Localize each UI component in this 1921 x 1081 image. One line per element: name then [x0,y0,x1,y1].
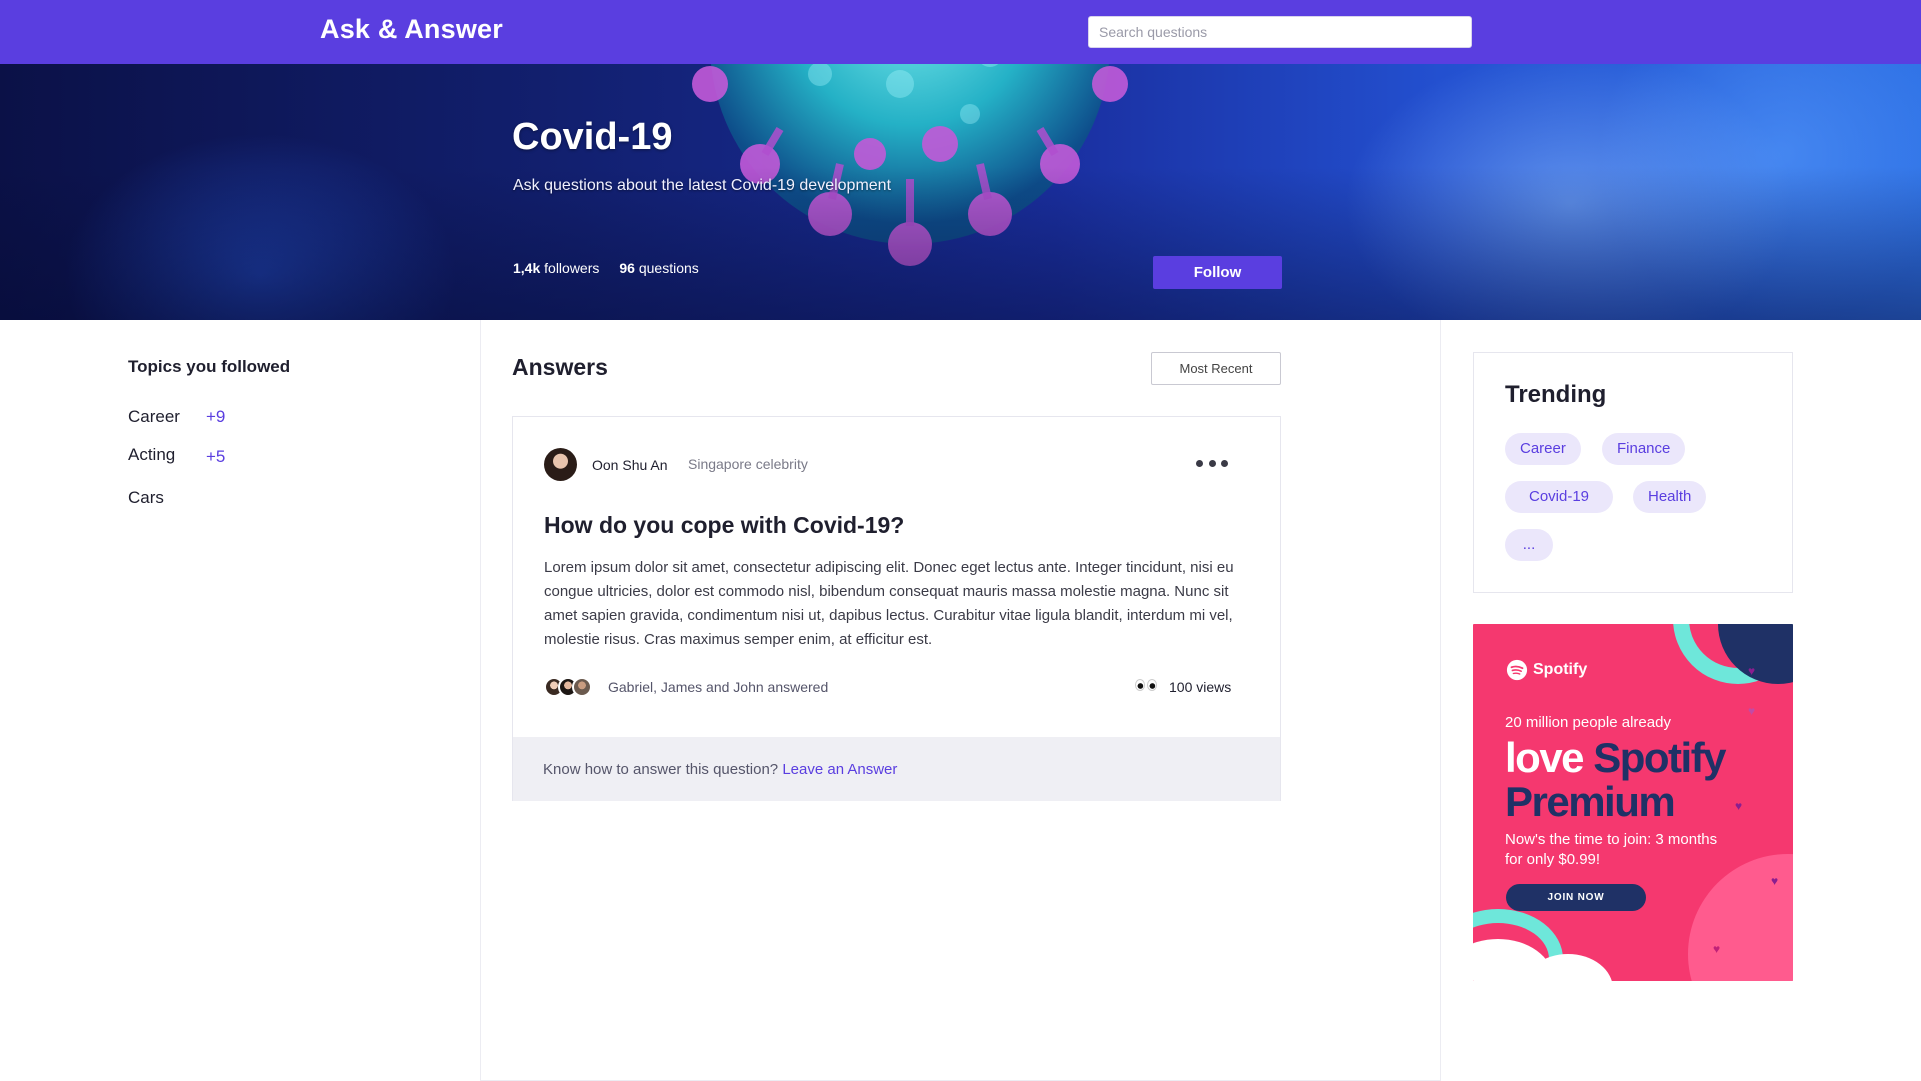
followers-count: 1,4k [513,260,541,276]
topic-title: Covid-19 [512,116,673,158]
heart-icon: ♥ [1771,874,1779,888]
trending-tag-finance[interactable]: Finance [1602,433,1686,465]
trending-tag-more[interactable]: ... [1505,529,1553,561]
spotify-icon [1506,659,1528,681]
trending-tag-health[interactable]: Health [1633,481,1707,513]
ad-headline-premium: Premium [1505,778,1676,825]
topics-followed-heading: Topics you followed [128,357,291,376]
followers-stat: 1,4k followers [513,260,599,276]
spotify-wordmark: Spotify [1533,661,1588,678]
eyes-icon [1135,679,1157,691]
questions-stat: 96 questions [619,260,698,276]
answerer-avatar [572,677,592,697]
leave-answer-link[interactable]: Leave an Answer [782,761,897,778]
topic-subtitle: Ask questions about the latest Covid-19 … [513,177,892,194]
answerer-avatars [544,677,592,697]
answered-by-text: Gabriel, James and John answered [608,679,829,695]
hero-overlay [0,64,1921,320]
more-options-icon[interactable] [1196,455,1228,471]
author-role: Singapore celebrity [688,456,808,472]
questions-label: questions [638,260,699,276]
trending-heading: Trending [1505,381,1607,408]
brand-logo[interactable]: Ask & Answer [320,14,503,45]
heart-icon: ♥ [1748,704,1756,718]
ad-offer-text: Now's the time to join: 3 months for onl… [1505,831,1718,868]
topic-count-badge: +5 [206,447,226,466]
ad-tagline: 20 million people already [1505,714,1671,731]
follow-button[interactable]: Follow [1153,256,1282,289]
answer-prompt-text: Know how to answer this question? [543,761,779,778]
question-body: Lorem ipsum dolor sit amet, consectetur … [544,559,1234,648]
trending-panel: Trending Career Finance Covid-19 Health … [1473,352,1793,593]
spotify-logo: Spotify [1506,659,1587,681]
sidebar-topic-career[interactable]: Career +9 [128,407,225,427]
answer-prompt-footer: Know how to answer this question? Leave … [513,737,1280,801]
trending-tag-career[interactable]: Career [1505,433,1581,465]
topic-hero-banner: Covid-19 Ask questions about the latest … [0,64,1921,320]
join-now-button[interactable]: JOIN NOW [1506,884,1646,911]
followers-label: followers [544,260,600,276]
author-name[interactable]: Oon Shu An [592,457,668,473]
search-input[interactable] [1088,16,1472,48]
question-card: Oon Shu An Singapore celebrity How do yo… [512,416,1281,801]
heart-icon: ♥ [1735,799,1743,813]
topic-stats: 1,4k followers 96 questions [513,260,699,276]
ad-headline: love Spotify Premium [1505,734,1727,825]
heart-icon: ♥ [1713,942,1721,956]
question-title[interactable]: How do you cope with Covid-19? [544,512,904,539]
ad-headline-spotify: Spotify [1593,734,1726,781]
ad-headline-love: love [1505,734,1585,781]
topic-count-badge: +9 [206,407,226,426]
sort-most-recent-button[interactable]: Most Recent [1151,352,1281,385]
sidebar-topic-cars[interactable]: Cars [128,488,206,508]
topic-name: Cars [128,488,164,507]
views-count: 100 views [1169,679,1232,695]
trending-tag-covid-19[interactable]: Covid-19 [1505,481,1614,513]
author-avatar[interactable] [544,448,577,481]
answer-prompt: Know how to answer this question? Leave … [543,761,897,778]
topic-name: Career [128,407,180,426]
sidebar-topic-acting[interactable]: Acting +5 [128,445,225,467]
questions-count: 96 [619,260,635,276]
top-nav-bar: Ask & Answer [0,0,1921,64]
topic-name: Acting [128,445,176,464]
spotify-ad-banner[interactable]: ♥ ♥ ♥ ♥ ♥ Spotify 20 million people alre… [1473,624,1793,981]
answers-heading: Answers [512,354,608,380]
heart-icon: ♥ [1748,664,1756,678]
